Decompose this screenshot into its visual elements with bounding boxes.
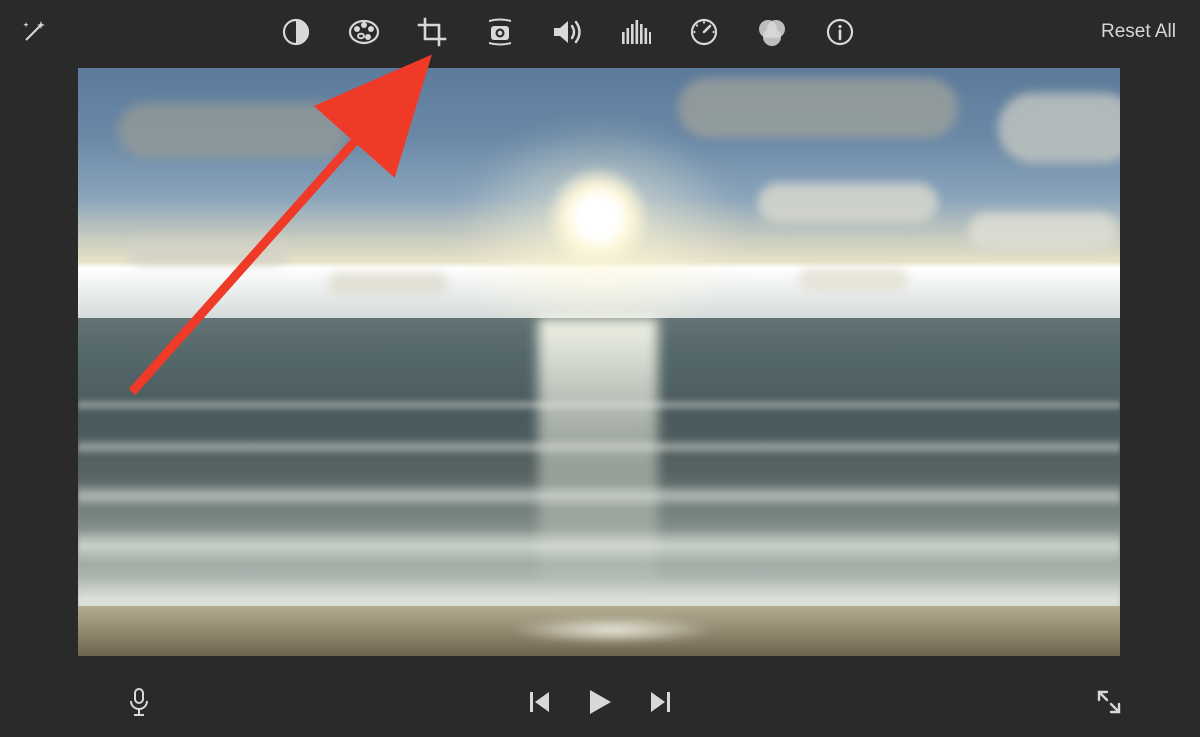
adjustments-toolbar: Reset All <box>0 0 1200 64</box>
previous-frame-icon[interactable] <box>529 690 551 714</box>
reset-all-button[interactable]: Reset All <box>1101 21 1176 42</box>
speed-icon[interactable] <box>688 16 720 48</box>
volume-icon[interactable] <box>552 16 584 48</box>
fullscreen-icon[interactable] <box>1096 689 1122 715</box>
microphone-icon[interactable] <box>78 687 200 717</box>
color-filters-icon[interactable] <box>756 16 788 48</box>
video-frame <box>78 68 1120 656</box>
playback-bar <box>0 667 1200 737</box>
magic-wand-icon[interactable] <box>18 16 50 48</box>
toolbar-left <box>0 16 120 48</box>
crop-icon[interactable] <box>416 16 448 48</box>
toolbar-center <box>280 16 856 48</box>
color-balance-icon[interactable] <box>280 16 312 48</box>
video-viewer[interactable] <box>78 68 1120 656</box>
audio-eq-icon[interactable] <box>620 16 652 48</box>
next-frame-icon[interactable] <box>649 690 671 714</box>
info-icon[interactable] <box>824 16 856 48</box>
stabilize-camera-icon[interactable] <box>484 16 516 48</box>
toolbar-right: Reset All <box>1101 21 1200 43</box>
play-icon[interactable] <box>587 688 613 716</box>
color-correction-icon[interactable] <box>348 16 380 48</box>
